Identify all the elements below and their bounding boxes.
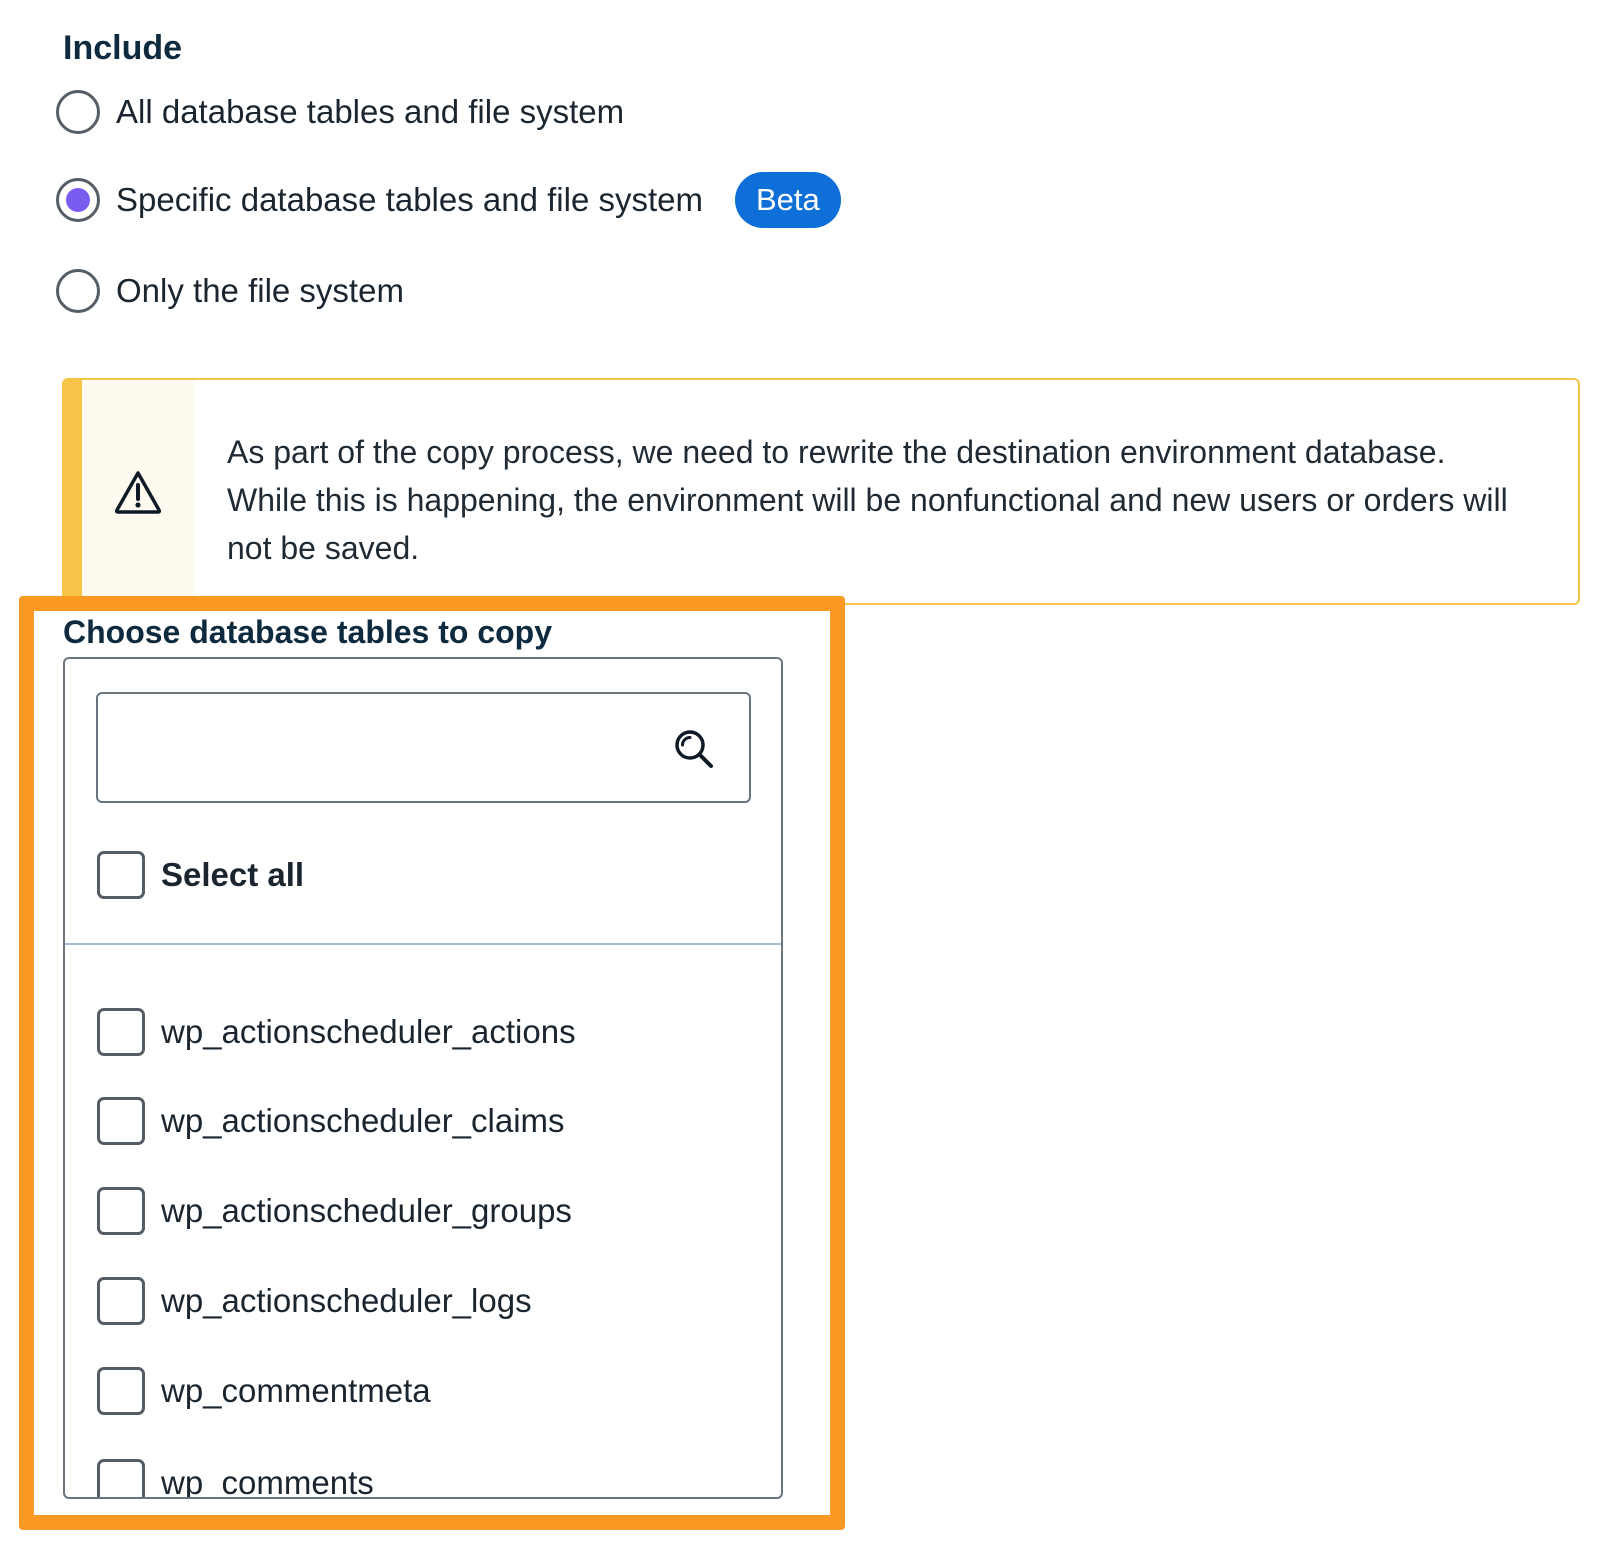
- radio-option-file-system-only[interactable]: Only the file system: [56, 266, 404, 316]
- table-name: wp_comments: [161, 1464, 374, 1499]
- table-name: wp_actionscheduler_claims: [161, 1102, 565, 1139]
- radio-button[interactable]: [56, 269, 100, 313]
- table-list-item[interactable]: wp_actionscheduler_logs: [97, 1277, 532, 1325]
- table-list-item[interactable]: wp_actionscheduler_actions: [97, 1008, 576, 1056]
- table-list-item[interactable]: wp_comments: [97, 1459, 374, 1499]
- radio-label: Specific database tables and file system: [116, 181, 703, 218]
- search-icon[interactable]: [673, 728, 715, 770]
- radio-label: All database tables and file system: [116, 93, 625, 130]
- search-field[interactable]: [96, 692, 751, 803]
- select-all-checkbox[interactable]: [97, 851, 145, 899]
- table-name: wp_actionscheduler_logs: [161, 1282, 532, 1319]
- notice-text: As part of the copy process, we need to …: [227, 434, 1508, 566]
- table-checkbox[interactable]: [97, 1367, 145, 1415]
- search-input[interactable]: [98, 694, 749, 801]
- beta-badge: Beta: [735, 172, 841, 228]
- table-checkbox[interactable]: [97, 1008, 145, 1056]
- table-list-item[interactable]: wp_commentmeta: [97, 1367, 431, 1415]
- select-all-row[interactable]: Select all: [97, 851, 304, 899]
- table-checkbox[interactable]: [97, 1097, 145, 1145]
- radio-button[interactable]: [56, 90, 100, 134]
- notice-accent-bar: [64, 380, 82, 603]
- table-name: wp_actionscheduler_groups: [161, 1192, 572, 1229]
- warning-icon: [114, 470, 162, 514]
- table-selector: Select all wp_actionscheduler_actions wp…: [63, 657, 783, 1499]
- divider: [65, 943, 781, 945]
- table-checkbox[interactable]: [97, 1277, 145, 1325]
- table-name: wp_commentmeta: [161, 1372, 431, 1409]
- table-name: wp_actionscheduler_actions: [161, 1013, 576, 1050]
- table-list-item[interactable]: wp_actionscheduler_claims: [97, 1097, 565, 1145]
- select-all-label: Select all: [161, 856, 305, 893]
- radio-button[interactable]: [56, 178, 100, 222]
- table-list-item[interactable]: wp_actionscheduler_groups: [97, 1187, 572, 1235]
- choose-tables-title: Choose database tables to copy: [63, 614, 553, 650]
- table-checkbox[interactable]: [97, 1187, 145, 1235]
- include-title: Include: [63, 29, 183, 67]
- radio-label: Only the file system: [116, 272, 404, 309]
- table-checkbox[interactable]: [97, 1459, 145, 1497]
- notice-icon-area: [82, 380, 194, 603]
- radio-option-all-tables[interactable]: All database tables and file system: [56, 87, 624, 137]
- radio-option-specific-tables[interactable]: Specific database tables and file system…: [56, 172, 841, 228]
- warning-notice: As part of the copy process, we need to …: [62, 378, 1580, 605]
